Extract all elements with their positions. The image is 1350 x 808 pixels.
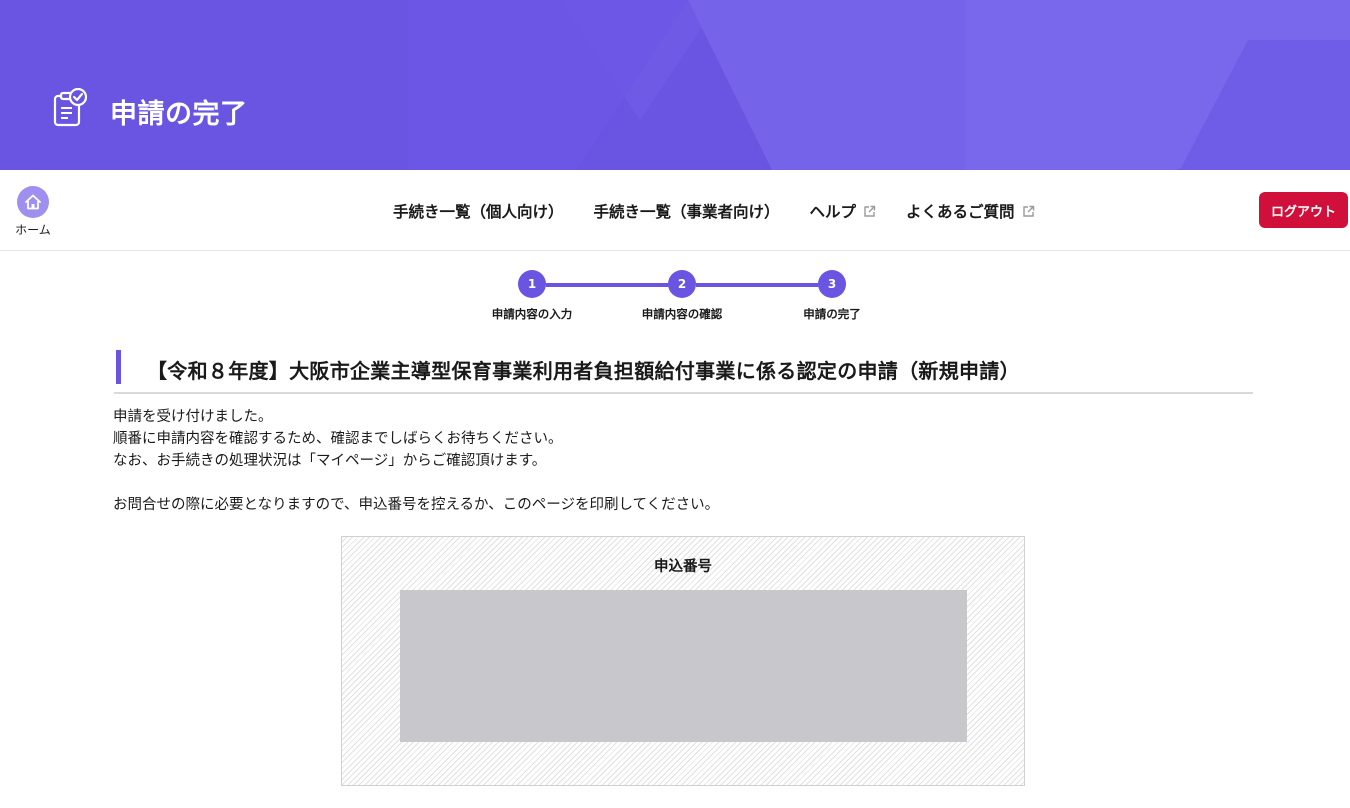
nav-link-help[interactable]: ヘルプ (810, 200, 877, 222)
application-number-value (400, 590, 967, 742)
nav-link-procedures-individual[interactable]: 手続き一覧（個人向け） (393, 200, 564, 222)
external-link-icon (864, 205, 876, 217)
message-line: 申請を受け付けました。 (113, 409, 273, 425)
progress-stepper: 1 2 3 申請内容の入力 申請内容の確認 申請の完了 (480, 270, 880, 326)
procedure-title: 【令和８年度】大阪市企業主導型保育事業利用者負担額給付事業に係る認定の申請（新規… (147, 359, 1020, 383)
step-1-label: 申請内容の入力 (491, 307, 573, 321)
application-number-label: 申込番号 (654, 559, 712, 575)
home-label: ホーム (15, 223, 51, 237)
message-line: なお、お手続きの処理状況は「マイページ」からご確認頂けます。 (113, 453, 547, 469)
step-3-indicator: 3 (818, 270, 846, 298)
home-button[interactable]: ホーム (14, 186, 52, 238)
step-1-indicator: 1 (518, 270, 546, 298)
message-line: 順番に申請内容を確認するため、確認までしばらくお待ちください。 (113, 431, 563, 447)
logout-button[interactable]: ログアウト (1259, 192, 1348, 228)
nav-link-procedures-business[interactable]: 手続き一覧（事業者向け） (594, 200, 780, 222)
nav-link-faq[interactable]: よくあるご質問 (906, 200, 1035, 222)
heading-accent-bar (116, 350, 121, 384)
header-decoration (688, 0, 968, 170)
nav-link-label: 手続き一覧（個人向け） (393, 203, 564, 221)
procedure-heading: 【令和８年度】大阪市企業主導型保育事業利用者負担額給付事業に係る認定の申請（新規… (114, 350, 1253, 394)
step-3-label: 申請の完了 (803, 307, 861, 321)
home-icon (25, 194, 41, 210)
page-header: 申請の完了 (0, 0, 1350, 170)
completion-message: 申請を受け付けました。 順番に申請内容を確認するため、確認までしばらくお待ちくだ… (113, 406, 563, 472)
nav-link-label: 手続き一覧（事業者向け） (593, 203, 780, 221)
page-title: 申請の完了 (110, 99, 248, 130)
step-2-label: 申請内容の確認 (641, 307, 723, 321)
print-note: お問合せの際に必要となりますので、申込番号を控えるか、このページを印刷してくださ… (113, 497, 720, 513)
application-number-panel: 申込番号 (341, 536, 1025, 786)
external-link-icon (1022, 205, 1034, 217)
step-connector (696, 283, 832, 287)
nav-links: 手続き一覧（個人向け） 手続き一覧（事業者向け） ヘルプ よくあるご質問 (393, 200, 1035, 222)
clipboard-check-icon (53, 88, 88, 127)
home-icon-circle (17, 186, 49, 218)
nav-link-label: よくあるご質問 (906, 203, 1015, 221)
step-2-indicator: 2 (668, 270, 696, 298)
step-connector (546, 283, 682, 287)
global-nav: ホーム 手続き一覧（個人向け） 手続き一覧（事業者向け） ヘルプ よくあるご質問… (0, 170, 1350, 251)
nav-link-label: ヘルプ (809, 203, 857, 221)
